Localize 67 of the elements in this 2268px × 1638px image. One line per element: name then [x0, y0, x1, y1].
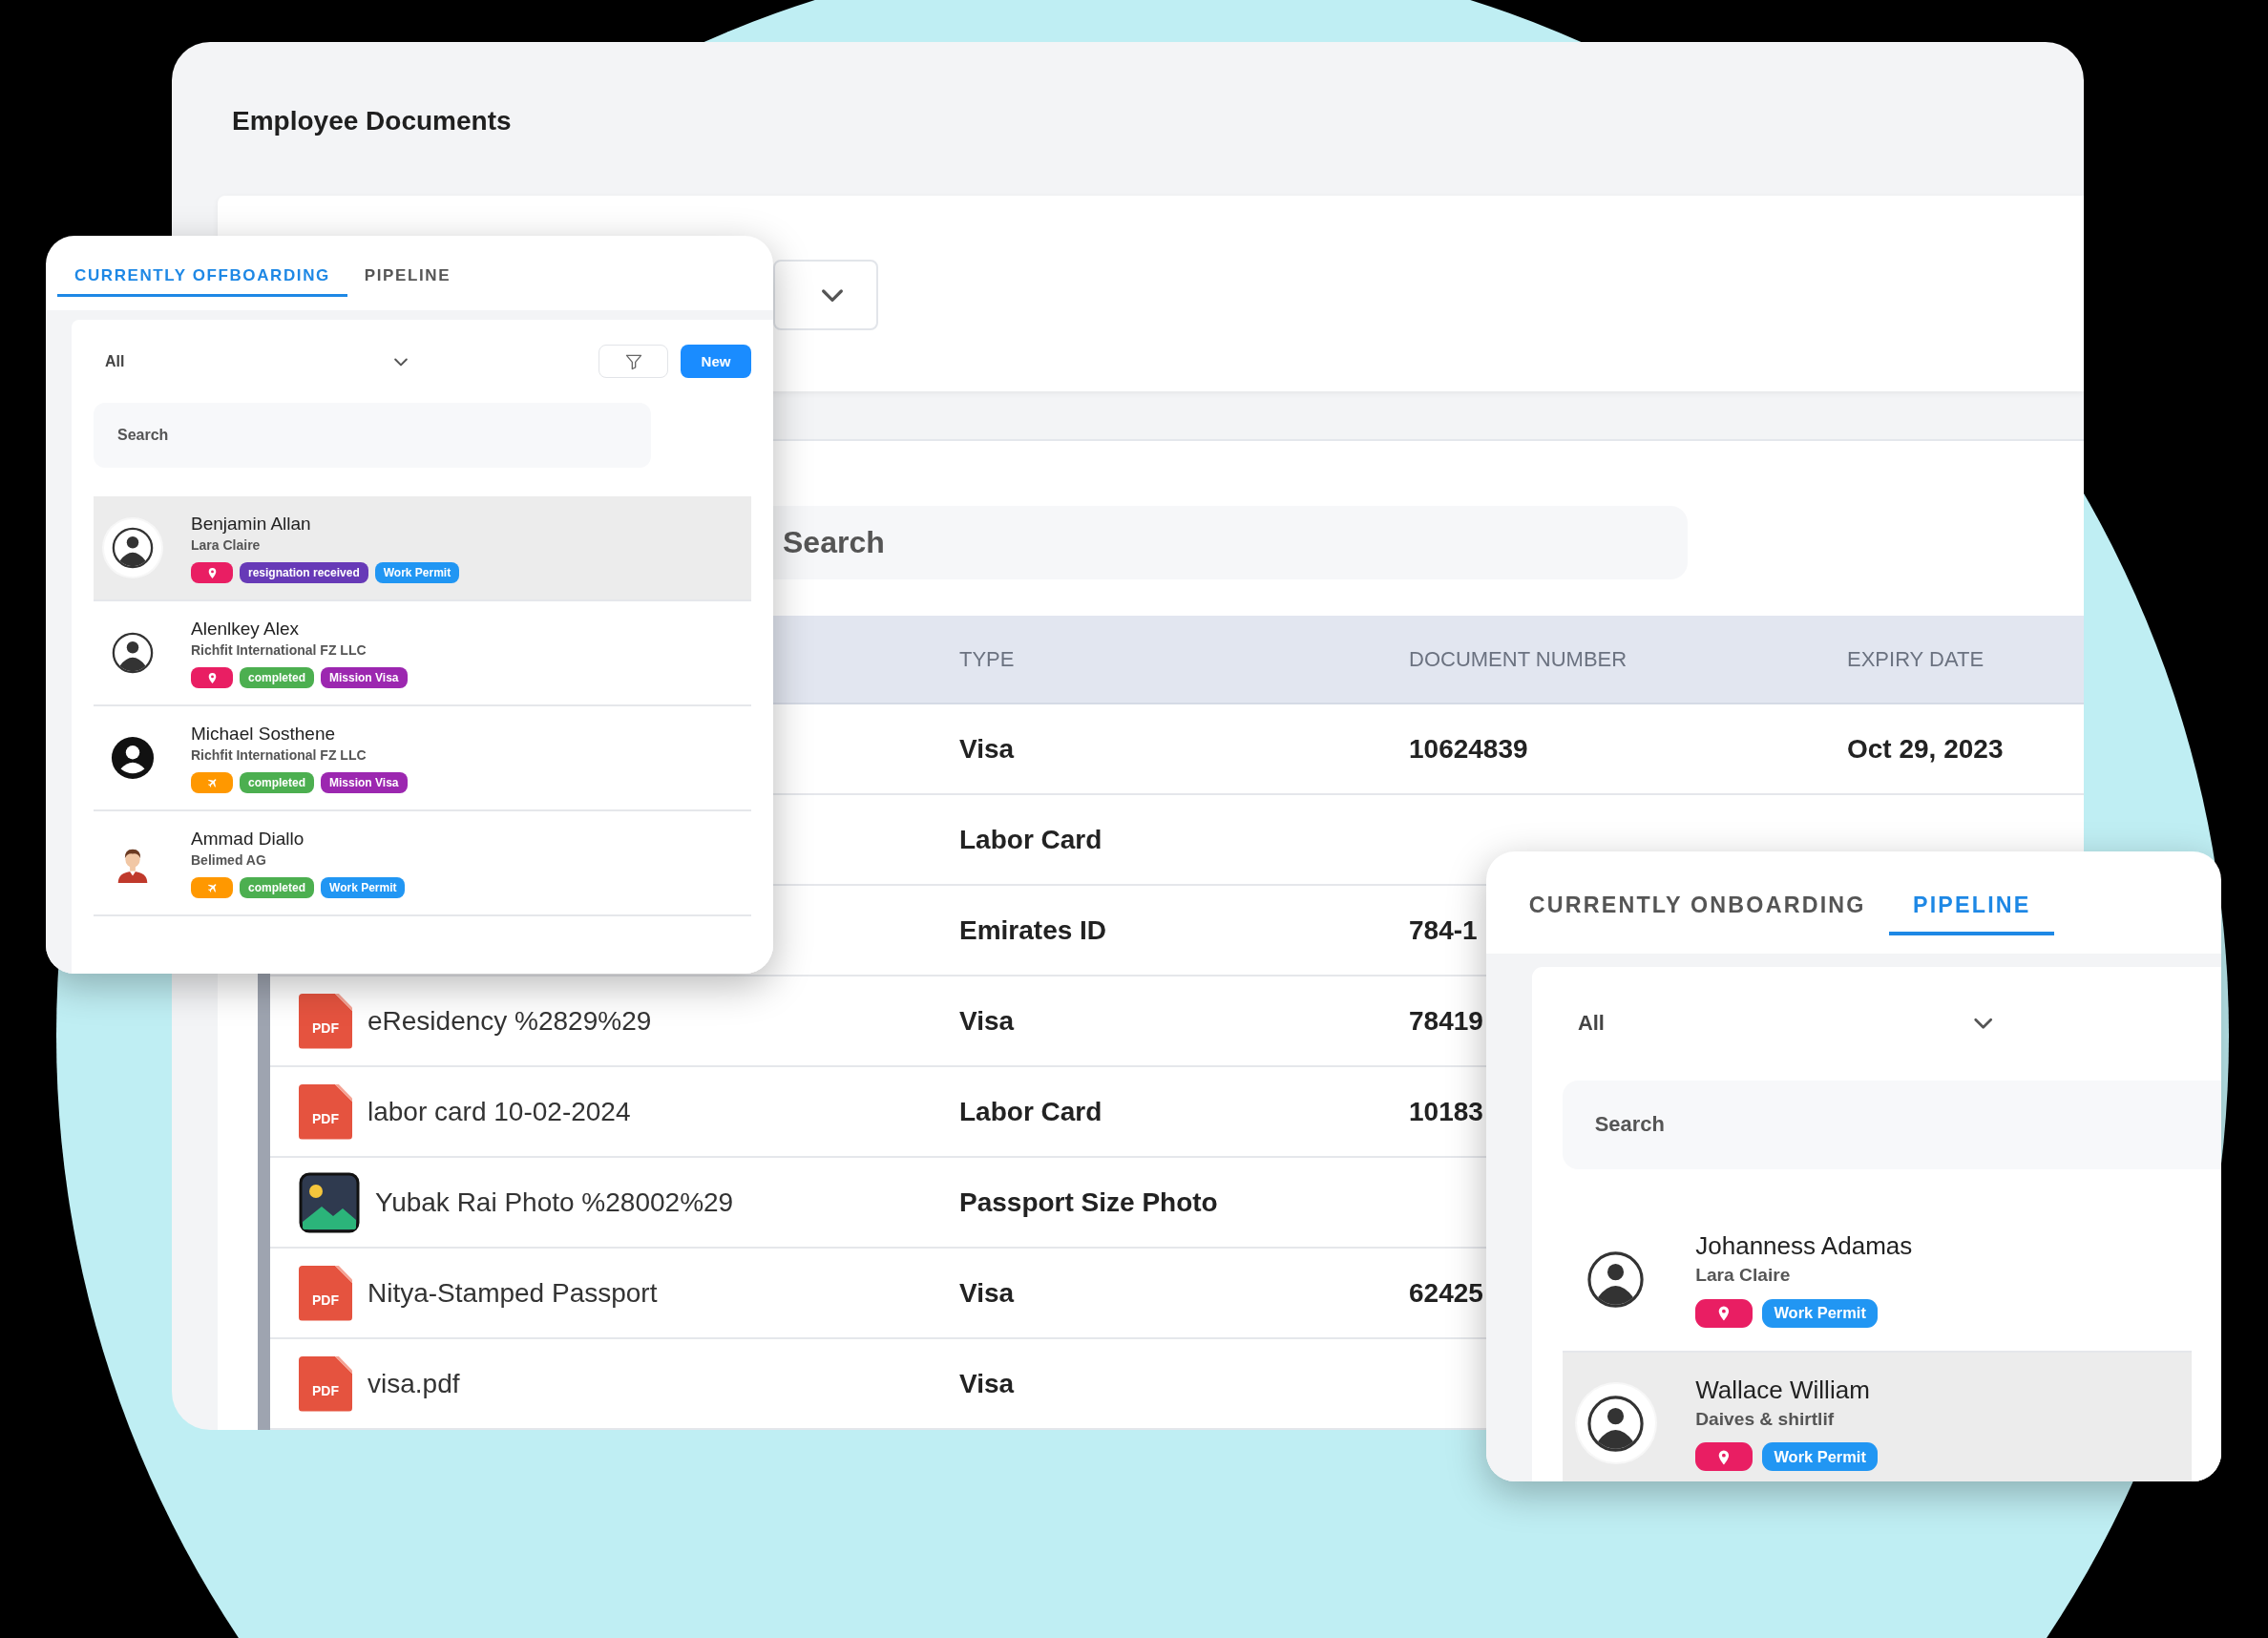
pdf-file-icon: PDF	[299, 993, 352, 1049]
status-tag: Work Permit	[374, 561, 460, 583]
table-cell: Passport Size Photo	[959, 1186, 1218, 1218]
table-cell: Oct 29, 2023	[1847, 733, 2004, 765]
person-row[interactable]: Michael Sosthene Richfit International FZ LLC completed Mission Visa	[94, 706, 751, 811]
table-cell: Labor Card	[959, 824, 1102, 855]
person-company: Lara Claire	[191, 536, 261, 553]
person-row[interactable]: Alenlkey Alex Richfit International FZ LLC completed Mission Visa	[94, 601, 751, 706]
file-name[interactable]: visa.pdf	[368, 1368, 460, 1399]
filter-button[interactable]	[598, 345, 668, 378]
column-header[interactable]: DOCUMENT NUMBER	[1409, 646, 1628, 672]
pdf-file-icon: PDF	[299, 1083, 352, 1140]
image-file-icon	[299, 1171, 360, 1233]
status-tag: Work Permit	[321, 876, 406, 898]
person-row[interactable]: Johanness Adamas Lara Claire Work Permit	[1562, 1208, 2192, 1353]
person-company: Daives & shirtlif	[1695, 1408, 1835, 1430]
file-name[interactable]: Nitya-Stamped Passport	[368, 1277, 658, 1309]
table-cell: 78419	[1409, 1005, 1483, 1037]
person-row[interactable]: Ammad Diallo Belimed AG completed Work Permit	[94, 811, 751, 916]
table-cell: Emirates ID	[959, 914, 1107, 946]
file-name[interactable]: labor card 10-02-2024	[368, 1096, 631, 1127]
status-tag: completed	[240, 771, 314, 793]
person-row[interactable]: Benjamin Allan Lara Claire resignation received Work Permit	[94, 496, 751, 601]
tab[interactable]: PIPELINE	[346, 257, 469, 297]
table-cell: 62425	[1409, 1277, 1483, 1309]
file-name[interactable]: Yubak Rai Photo %28002%29	[375, 1186, 734, 1218]
table-cell: Visa	[959, 1368, 1015, 1399]
pdf-file-icon: PDF	[299, 1355, 352, 1412]
table-cell: 784-1	[1409, 914, 1478, 946]
column-header[interactable]: EXPIRY DATE	[1847, 646, 1984, 672]
tab[interactable]: CURRENTLY ONBOARDING	[1505, 880, 1890, 935]
window-title: Employee Documents	[232, 106, 512, 136]
search-field[interactable]: Search	[773, 506, 1688, 579]
person-name: Alenlkey Alex	[191, 618, 299, 640]
pdf-file-icon: PDF	[299, 1265, 352, 1321]
column-header[interactable]: TYPE	[959, 646, 1015, 672]
status-tag: Mission Visa	[321, 771, 408, 793]
table-cell: Visa	[959, 1277, 1015, 1309]
person-company: Lara Claire	[1695, 1264, 1791, 1286]
status-tag: Mission Visa	[321, 666, 408, 688]
table-cell: Labor Card	[959, 1096, 1102, 1127]
person-company: Richfit International FZ LLC	[191, 746, 367, 763]
status-tag: completed	[240, 666, 314, 688]
status-tag: Work Permit	[1762, 1298, 1879, 1328]
filter-dropdown[interactable]: All	[1562, 1010, 1997, 1037]
search-field[interactable]: Search	[94, 403, 651, 468]
status-tag: Work Permit	[1762, 1442, 1879, 1472]
tab[interactable]: CURRENTLY OFFBOARDING	[57, 257, 347, 297]
person-name: Ammad Diallo	[191, 828, 304, 850]
person-row[interactable]: Wallace William Daives & shirtlif Work Permit	[1562, 1352, 2192, 1481]
table-cell: 10183	[1409, 1096, 1483, 1127]
person-name: Michael Sosthene	[191, 723, 336, 745]
table-cell: Visa	[959, 1005, 1015, 1037]
person-name: Benjamin Allan	[191, 513, 311, 535]
avatar-icon	[104, 519, 161, 577]
search-field[interactable]: Search	[1562, 1080, 2221, 1169]
person-company: Richfit International FZ LLC	[191, 641, 367, 658]
person-name: Johanness Adamas	[1695, 1230, 1913, 1261]
table-cell: Visa	[959, 733, 1015, 765]
person-company: Belimed AG	[191, 851, 266, 868]
person-name: Wallace William	[1695, 1375, 1870, 1405]
filter-dropdown[interactable]: All	[94, 351, 410, 371]
status-tag: resignation received	[240, 561, 368, 583]
table-cell: 10624839	[1409, 733, 1528, 765]
status-tag: completed	[240, 876, 314, 898]
tab[interactable]: PIPELINE	[1889, 880, 2055, 935]
file-name[interactable]: eResidency %2829%29	[368, 1005, 652, 1037]
